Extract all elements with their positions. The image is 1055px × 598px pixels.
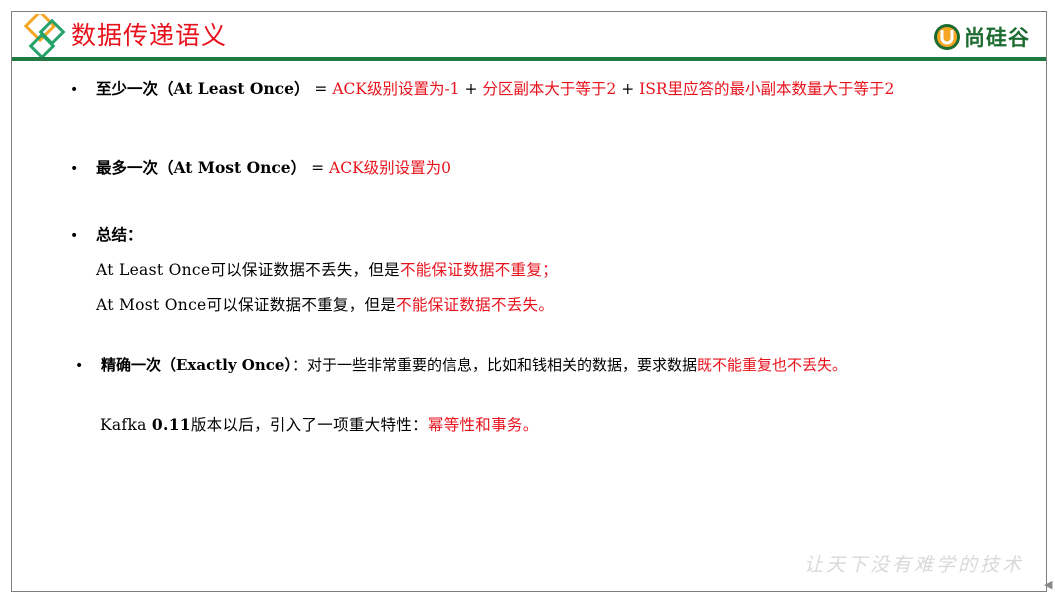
item-label: 最多一次（At Most Once） bbox=[96, 158, 307, 177]
summary-line-1: At Least Once可以保证数据不丢失，但是不能保证数据不重复； bbox=[96, 259, 558, 281]
condition-ack: ACK级别设置为0 bbox=[329, 159, 452, 177]
summary-text: At Most Once可以保证数据不重复，但是 bbox=[96, 296, 397, 314]
exactly-once-highlight: 既不能重复也不丢失。 bbox=[696, 356, 847, 374]
bullet-icon: • bbox=[75, 358, 84, 374]
exactly-once-text: ：对于一些非常重要的信息，比如和钱相关的数据，要求数据 bbox=[291, 356, 697, 374]
list-item-exactly-once: • 精确一次（Exactly Once）：对于一些非常重要的信息，比如和钱相关的数… bbox=[75, 354, 847, 377]
summary-highlight: 不能保证数据不丢失。 bbox=[396, 296, 555, 314]
bullet-icon: • bbox=[70, 228, 79, 244]
condition-replicas: 分区副本大于等于2 bbox=[482, 80, 617, 98]
brand-logo: 尚硅谷 bbox=[933, 22, 1030, 52]
bullet-icon: • bbox=[70, 82, 79, 98]
plus-sign: + bbox=[459, 80, 483, 98]
summary-text: At Least Once可以保证数据不丢失，但是 bbox=[96, 261, 400, 279]
kafka-note: Kafka 0.11版本以后，引入了一项重大特性：幂等性和事务。 bbox=[100, 414, 539, 436]
slide: 数据传递语义 尚硅谷 • 至少一次（At Least Once） = ACK级别设… bbox=[11, 11, 1047, 592]
equals-sign: = bbox=[306, 159, 330, 177]
item-label: 至少一次（At Least Once） bbox=[96, 79, 310, 98]
condition-ack: ACK级别设置为-1 bbox=[332, 80, 460, 98]
item-label: 精确一次（Exactly Once） bbox=[101, 356, 292, 374]
footer-watermark: 让天下没有难学的技术 bbox=[803, 554, 1024, 576]
brand-name: 尚硅谷 bbox=[964, 26, 1030, 50]
kafka-note-highlight: 幂等性和事务。 bbox=[427, 416, 539, 434]
header-divider bbox=[12, 57, 1046, 61]
list-item-at-least-once: • 至少一次（At Least Once） = ACK级别设置为-1 + 分区副本… bbox=[70, 78, 894, 101]
condition-isr: ISR里应答的最小副本数量大于等于2 bbox=[639, 80, 895, 98]
equals-sign: = bbox=[309, 80, 333, 98]
list-item-at-most-once: • 最多一次（At Most Once） = ACK级别设置为0 bbox=[70, 157, 451, 180]
brand-u-icon bbox=[934, 24, 960, 50]
item-label: 总结： bbox=[96, 225, 143, 244]
kafka-version: 0.11 bbox=[151, 415, 191, 434]
scroll-left-arrow-icon[interactable]: ◀ bbox=[1044, 578, 1052, 591]
page-title: 数据传递语义 bbox=[71, 21, 228, 50]
kafka-note-text: 版本以后，引入了一项重大特性： bbox=[190, 416, 428, 434]
summary-line-2: At Most Once可以保证数据不重复，但是不能保证数据不丢失。 bbox=[96, 294, 554, 316]
kafka-name: Kafka bbox=[100, 416, 152, 434]
summary-highlight: 不能保证数据不重复； bbox=[399, 261, 558, 279]
bullet-icon: • bbox=[70, 161, 79, 177]
plus-sign: + bbox=[616, 80, 640, 98]
list-item-summary: • 总结： bbox=[70, 224, 143, 247]
